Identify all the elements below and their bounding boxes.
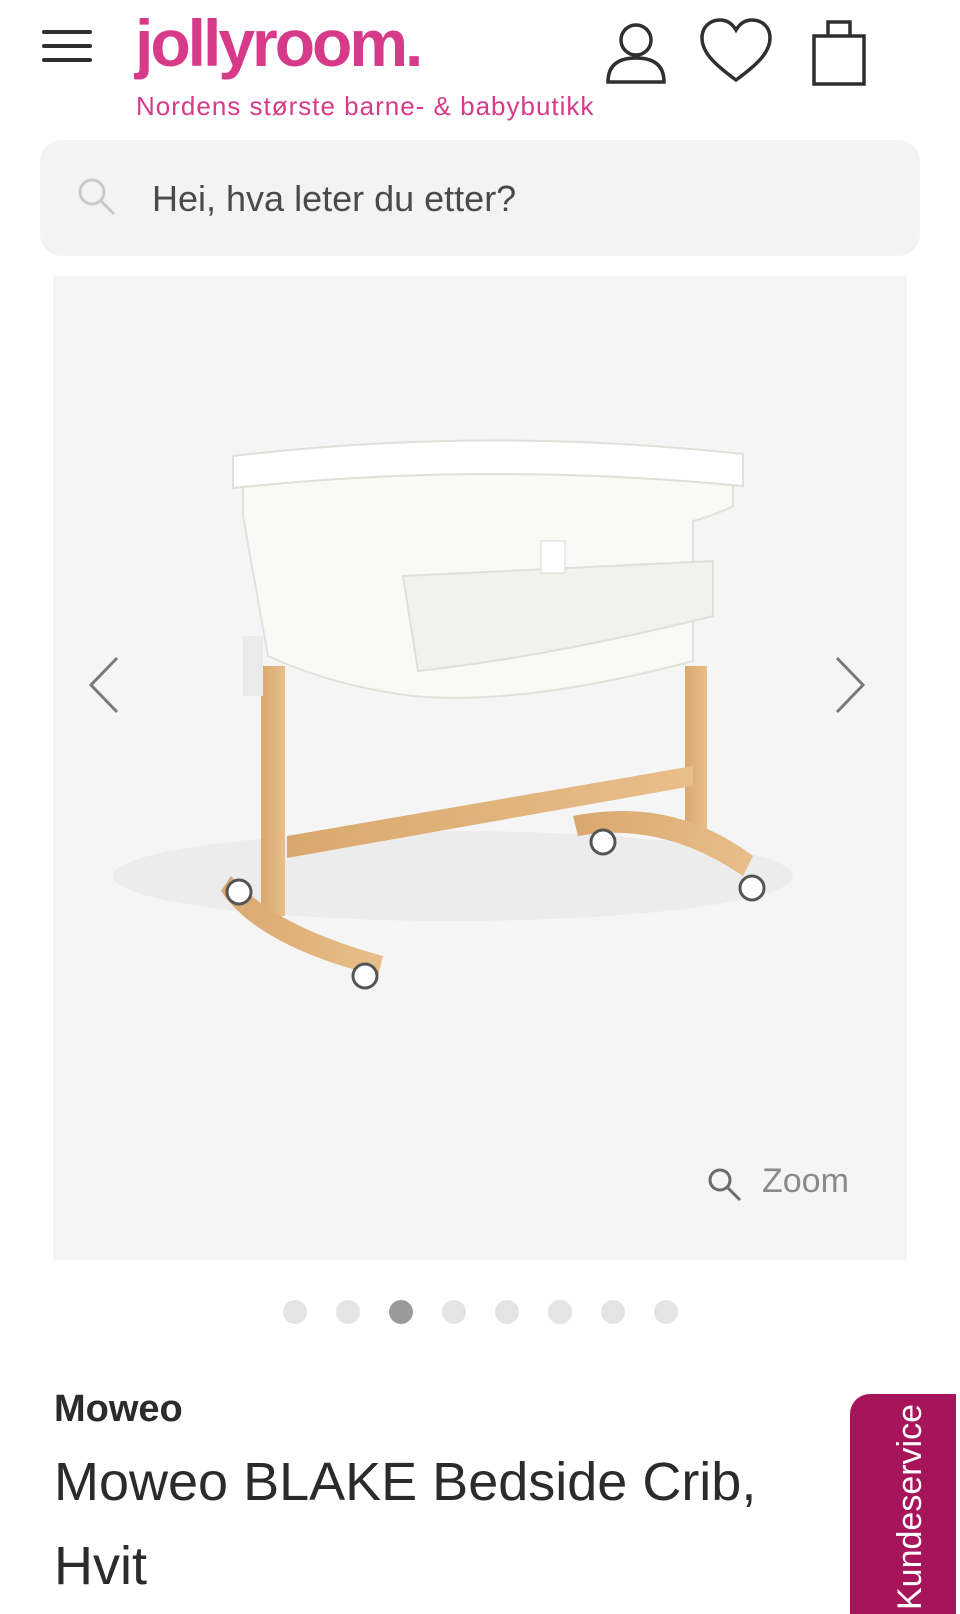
customer-service-tab[interactable]: Kundeservice [850, 1394, 956, 1614]
zoom-button[interactable]: Zoom [706, 1162, 866, 1218]
gallery-pagination [0, 1300, 960, 1330]
gallery-dot[interactable] [547, 1300, 572, 1324]
menu-icon-bar [42, 58, 92, 62]
gallery-dot[interactable] [494, 1300, 519, 1324]
user-icon[interactable] [598, 14, 674, 90]
zoom-icon [706, 1166, 746, 1206]
heart-icon[interactable] [698, 14, 774, 90]
gallery-dot[interactable] [600, 1300, 625, 1324]
product-image-gallery[interactable]: Zoom [53, 276, 907, 1260]
site-logo[interactable]: jollyroom. [135, 0, 423, 86]
menu-icon-bar [42, 44, 92, 48]
product-image-bedside-crib [113, 439, 793, 990]
gallery-dot[interactable] [282, 1300, 307, 1324]
gallery-prev-button[interactable] [79, 650, 129, 720]
gallery-dot[interactable] [335, 1300, 360, 1324]
zoom-label: Zoom [762, 1162, 849, 1200]
product-brand[interactable]: Moweo [54, 1388, 183, 1431]
menu-icon-bar [42, 30, 92, 34]
gallery-dot-active[interactable] [388, 1300, 413, 1324]
gallery-next-button[interactable] [825, 650, 875, 720]
site-tagline: Nordens største barne- & babybutikk [136, 91, 595, 121]
search-input[interactable] [150, 168, 874, 230]
product-title: Moweo BLAKE Bedside Crib, Hvit [54, 1452, 757, 1596]
gallery-dot[interactable] [653, 1300, 678, 1324]
search-icon [76, 176, 118, 218]
customer-service-label: Kundeservice [891, 1403, 929, 1610]
shopping-bag-icon[interactable] [800, 14, 876, 90]
gallery-dot[interactable] [441, 1300, 466, 1324]
menu-button[interactable] [38, 24, 98, 68]
